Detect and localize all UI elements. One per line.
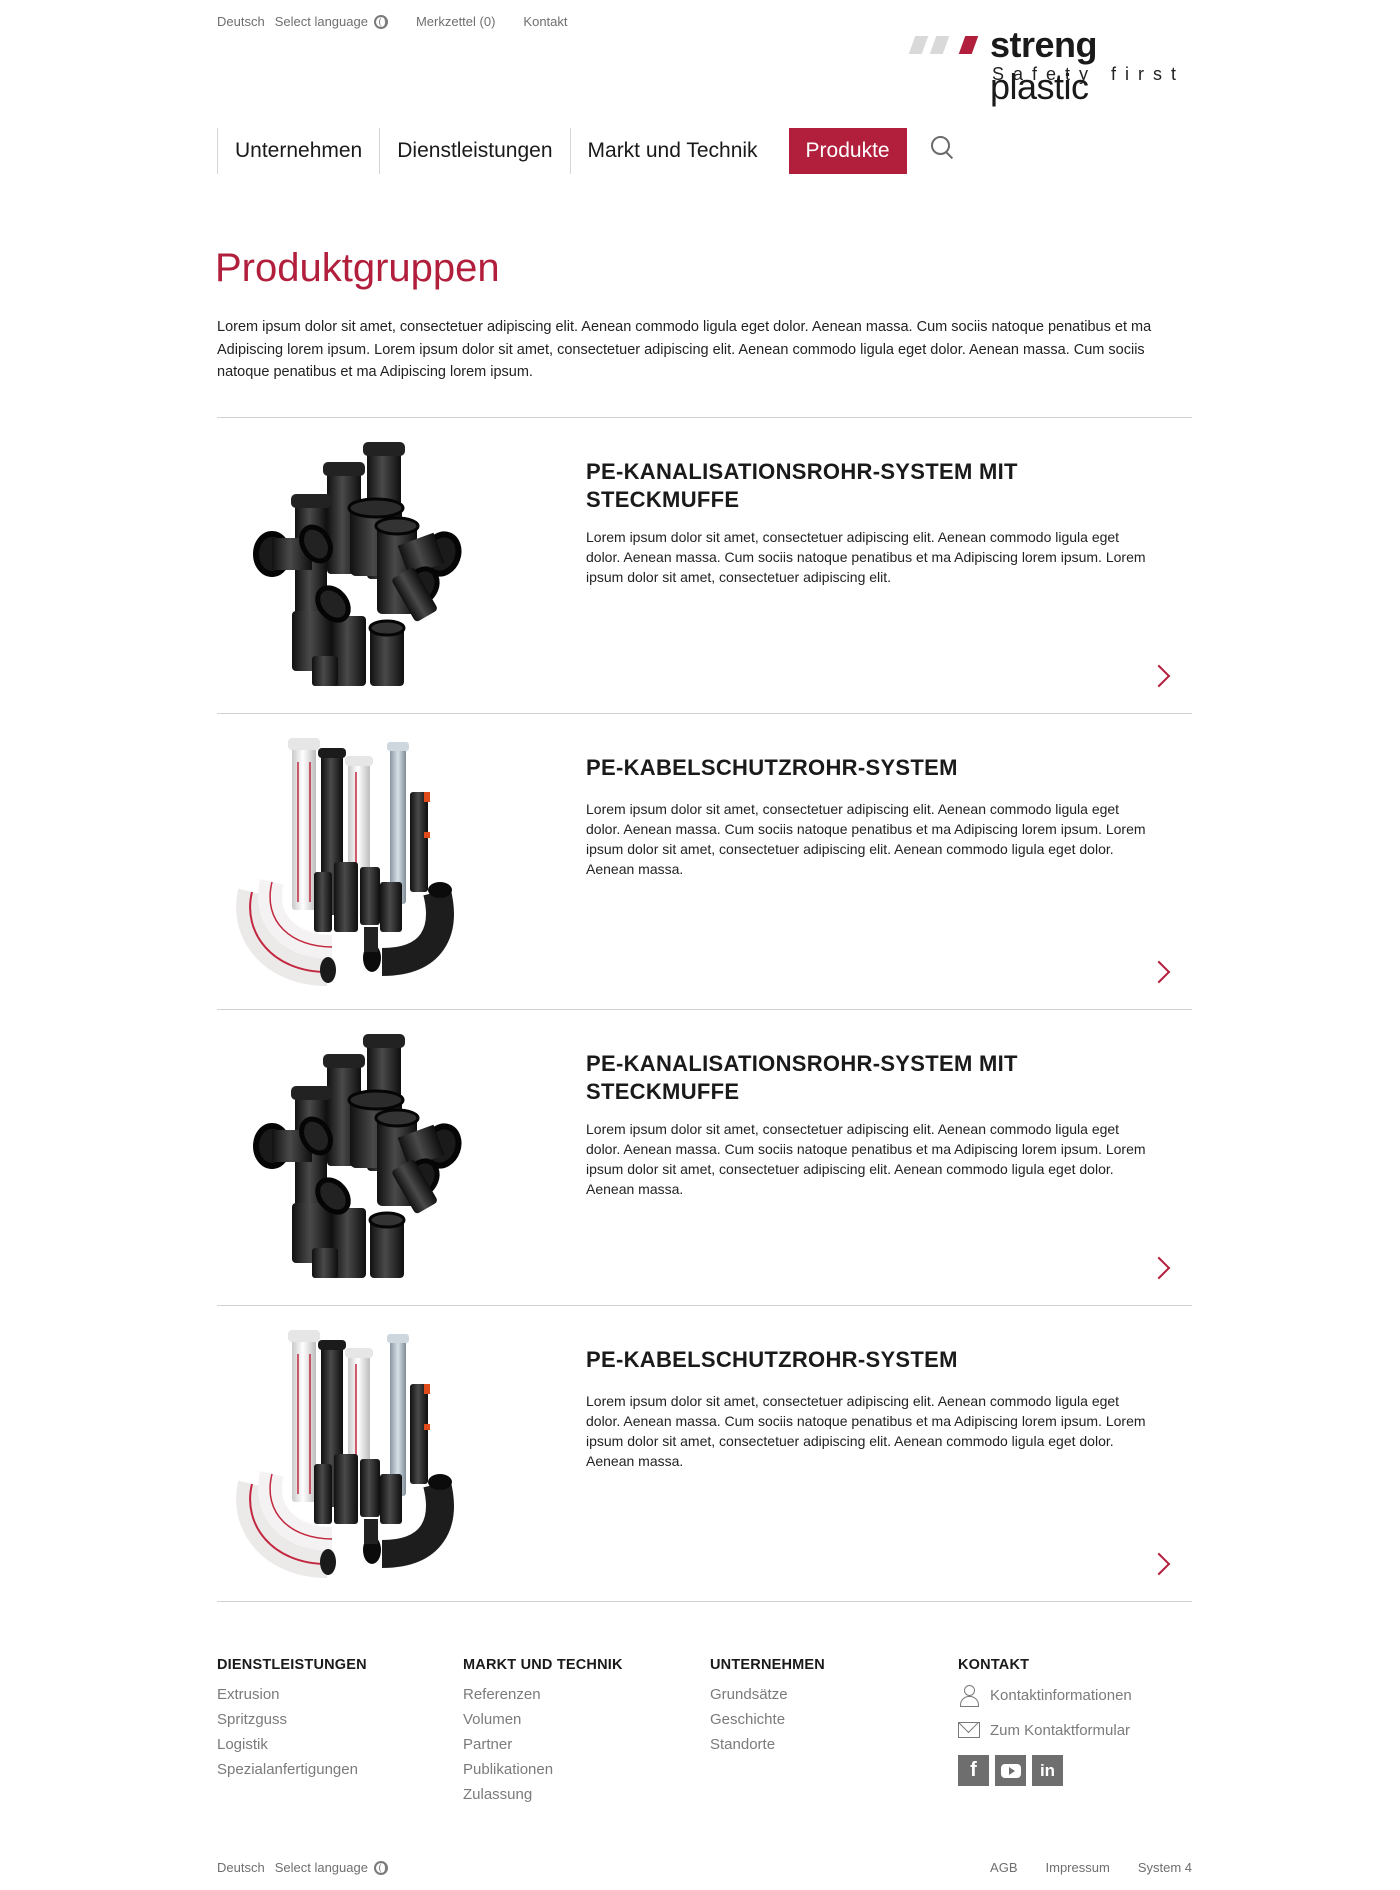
search-icon[interactable]	[930, 136, 957, 162]
nav-produkte[interactable]: Produkte	[788, 128, 907, 174]
product-title[interactable]: PE-KABELSCHUTZROHR-SYSTEM	[586, 1346, 1066, 1374]
footer-heading: MARKT UND TECHNIK	[463, 1657, 623, 1673]
chevron-right-icon[interactable]	[1147, 664, 1171, 688]
page-title: Produktgruppen	[215, 246, 500, 290]
product-item[interactable]: PE-KANALISATIONSROHR-SYSTEM MIT STECKMUF…	[217, 1010, 1192, 1306]
product-title[interactable]: PE-KANALISATIONSROHR-SYSTEM MIT STECKMUF…	[586, 458, 1066, 514]
chevron-right-icon[interactable]	[1147, 960, 1171, 984]
product-item[interactable]: PE-KANALISATIONSROHR-SYSTEM MIT STECKMUF…	[217, 418, 1192, 714]
social-links: f in	[958, 1755, 1132, 1786]
footer-col-kontakt: KONTAKT Kontaktinformationen Zum Kontakt…	[958, 1657, 1132, 1786]
product-item[interactable]: PE-KABELSCHUTZROHR-SYSTEM Lorem ipsum do…	[217, 1306, 1192, 1602]
intro-text: Lorem ipsum dolor sit amet, consectetuer…	[217, 319, 1152, 380]
contact-info-link[interactable]: Kontaktinformationen	[958, 1682, 1132, 1708]
footer-col-unternehmen: UNTERNEHMEN Grundsätze Geschichte Stando…	[710, 1657, 825, 1757]
chevron-right-icon[interactable]	[1147, 1552, 1171, 1576]
youtube-icon[interactable]	[995, 1755, 1026, 1786]
footer-link-spritzguss[interactable]: Spritzguss	[217, 1707, 367, 1732]
user-icon	[958, 1684, 980, 1707]
globe-icon[interactable]	[373, 14, 388, 29]
footer-select-language-link[interactable]: Select language	[275, 1860, 368, 1875]
select-language-link[interactable]: Select language	[275, 14, 368, 29]
contact-form-label[interactable]: Zum Kontaktformular	[990, 1722, 1130, 1739]
kontakt-link[interactable]: Kontakt	[523, 14, 567, 29]
logo-stripes	[908, 36, 983, 54]
nav-markt-und-technik[interactable]: Markt und Technik	[569, 128, 775, 174]
product-title[interactable]: PE-KANALISATIONSROHR-SYSTEM MIT STECKMUF…	[586, 1050, 1066, 1106]
globe-icon[interactable]	[373, 1860, 388, 1875]
product-description: Lorem ipsum dolor sit amet, consectetuer…	[586, 1393, 1146, 1469]
footer-link-grundsaetze[interactable]: Grundsätze	[710, 1682, 825, 1707]
product-description: Lorem ipsum dolor sit amet, consectetuer…	[586, 1121, 1146, 1197]
product-image-kabelschutzrohr[interactable]	[232, 732, 502, 992]
footer-language-selector[interactable]: Deutsch Select language	[217, 1860, 388, 1875]
main-navigation: Unternehmen Dienstleistungen Markt und T…	[217, 128, 957, 174]
top-utility-bar: Deutsch Select language Merkzettel (0) K…	[217, 14, 568, 29]
footer-link-partner[interactable]: Partner	[463, 1732, 623, 1757]
contact-info-label[interactable]: Kontaktinformationen	[990, 1687, 1132, 1704]
product-title[interactable]: PE-KABELSCHUTZROHR-SYSTEM	[586, 754, 1066, 782]
footer-current-language[interactable]: Deutsch	[217, 1860, 265, 1875]
footer-link-publikationen[interactable]: Publikationen	[463, 1757, 623, 1782]
legal-links: AGB Impressum System 4	[962, 1860, 1192, 1875]
footer-link-zulassung[interactable]: Zulassung	[463, 1782, 623, 1807]
footer-link-geschichte[interactable]: Geschichte	[710, 1707, 825, 1732]
current-language[interactable]: Deutsch	[217, 14, 265, 29]
product-image-kanalisationsrohr[interactable]	[232, 436, 502, 696]
footer-link-volumen[interactable]: Volumen	[463, 1707, 623, 1732]
nav-dienstleistungen[interactable]: Dienstleistungen	[379, 128, 569, 174]
footer-link-referenzen[interactable]: Referenzen	[463, 1682, 623, 1707]
system4-link[interactable]: System 4	[1138, 1860, 1192, 1875]
footer-heading: DIENSTLEISTUNGEN	[217, 1657, 367, 1673]
chevron-right-icon[interactable]	[1147, 1256, 1171, 1280]
product-description: Lorem ipsum dolor sit amet, consectetuer…	[586, 529, 1146, 585]
product-image-kabelschutzrohr[interactable]	[232, 1324, 502, 1584]
product-image-kanalisationsrohr[interactable]	[232, 1028, 502, 1288]
mail-icon	[958, 1722, 980, 1738]
product-item[interactable]: PE-KABELSCHUTZROHR-SYSTEM Lorem ipsum do…	[217, 714, 1192, 1010]
product-list: PE-KANALISATIONSROHR-SYSTEM MIT STECKMUF…	[217, 417, 1192, 1602]
footer-link-standorte[interactable]: Standorte	[710, 1732, 825, 1757]
footer-heading: UNTERNEHMEN	[710, 1657, 825, 1673]
merkzettel-link[interactable]: Merkzettel (0)	[416, 14, 495, 29]
linkedin-icon[interactable]: in	[1032, 1755, 1063, 1786]
logo-tagline: Safety first	[992, 64, 1186, 84]
footer-heading: KONTAKT	[958, 1657, 1030, 1673]
footer-col-dienstleistungen: DIENSTLEISTUNGEN Extrusion Spritzguss Lo…	[217, 1657, 367, 1782]
nav-unternehmen[interactable]: Unternehmen	[217, 128, 379, 174]
product-description: Lorem ipsum dolor sit amet, consectetuer…	[586, 801, 1146, 877]
impressum-link[interactable]: Impressum	[1046, 1860, 1110, 1875]
footer-link-extrusion[interactable]: Extrusion	[217, 1682, 367, 1707]
facebook-icon[interactable]: f	[958, 1755, 989, 1786]
streng-plastic-logo[interactable]: streng plastic Safety first	[908, 24, 1192, 107]
footer-link-spezialanfertigungen[interactable]: Spezialanfertigungen	[217, 1757, 367, 1782]
contact-form-link[interactable]: Zum Kontaktformular	[958, 1717, 1132, 1743]
agb-link[interactable]: AGB	[990, 1860, 1017, 1875]
footer-link-logistik[interactable]: Logistik	[217, 1732, 367, 1757]
language-selector[interactable]: Deutsch Select language	[217, 14, 388, 29]
footer-col-markt-und-technik: MARKT UND TECHNIK Referenzen Volumen Par…	[463, 1657, 623, 1807]
